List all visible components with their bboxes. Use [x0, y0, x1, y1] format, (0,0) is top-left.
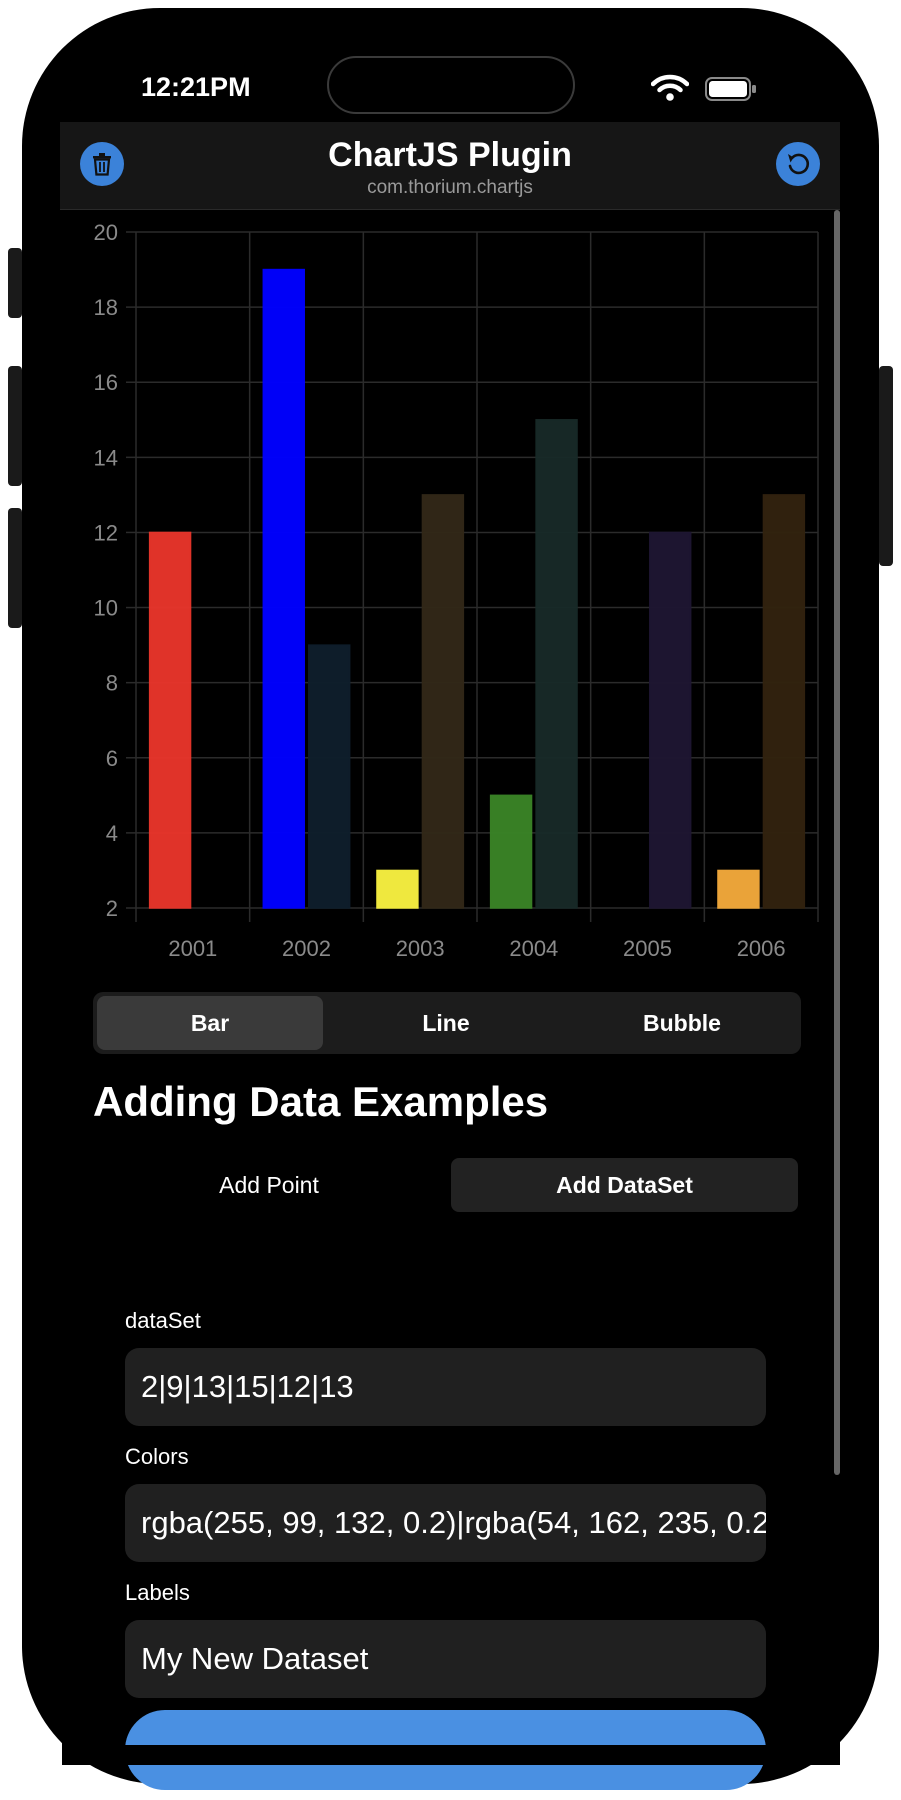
- bar-s1-2004: [489, 794, 533, 909]
- dataset-label: dataSet: [125, 1308, 201, 1333]
- status-time: 12:21PM: [141, 72, 251, 102]
- x-tick-label: 2004: [509, 936, 558, 961]
- bar-s2-2002: [308, 644, 351, 909]
- labels-field[interactable]: My New Dataset: [125, 1620, 766, 1698]
- chart-type-selector: Bar Line Bubble: [93, 992, 801, 1054]
- app-title: ChartJS Plugin: [328, 136, 572, 174]
- bar-s2-2006: [762, 494, 806, 909]
- add-dataset-tab[interactable]: Add DataSet: [451, 1158, 798, 1212]
- tab-bar[interactable]: Bar: [97, 996, 323, 1050]
- x-tick-label: 2001: [168, 936, 217, 961]
- dataset-field[interactable]: 2|9|13|15|12|13: [125, 1348, 766, 1426]
- scrollbar[interactable]: [834, 210, 840, 1475]
- labels-label: Labels: [125, 1580, 190, 1605]
- power-button: [879, 366, 893, 566]
- colors-field[interactable]: rgba(255, 99, 132, 0.2)|rgba(54, 162, 23…: [125, 1484, 766, 1562]
- app-header: ChartJS Plugin com.thorium.chartjs: [60, 122, 840, 210]
- add-point-tab[interactable]: Add Point: [93, 1158, 445, 1212]
- bar-s1-2001: [148, 531, 192, 909]
- y-tick-label: 4: [106, 821, 118, 846]
- silent-switch: [8, 248, 22, 318]
- wifi-icon: [651, 74, 689, 101]
- tab-bubble[interactable]: Bubble: [565, 996, 799, 1050]
- x-tick-label: 2005: [623, 936, 672, 961]
- x-tick-label: 2002: [282, 936, 331, 961]
- bar-s2-2004: [535, 419, 578, 909]
- y-tick-label: 18: [94, 295, 118, 320]
- x-tick-label: 2003: [396, 936, 445, 961]
- y-tick-label: 14: [94, 445, 118, 470]
- app-subtitle: com.thorium.chartjs: [367, 177, 533, 198]
- bar-s2-2003: [421, 494, 465, 909]
- y-tick-label: 8: [106, 671, 118, 696]
- bar-s1-2006: [717, 869, 760, 909]
- refresh-button[interactable]: [776, 142, 820, 186]
- tab-line[interactable]: Line: [329, 996, 563, 1050]
- y-tick-label: 16: [94, 370, 118, 395]
- section-title: Adding Data Examples: [93, 1078, 549, 1125]
- bar-chart: 2 4 6 8 10 12 14 16 18 20 2001 2002 2003 2004 2005 2006: [94, 220, 819, 961]
- x-tick-label: 2006: [737, 936, 786, 961]
- volume-up-button: [8, 366, 22, 486]
- colors-label: Colors: [125, 1444, 189, 1469]
- bar-s1-2002: [262, 268, 305, 909]
- bar-s2-2005: [649, 531, 692, 909]
- y-tick-label: 10: [94, 596, 118, 621]
- battery-icon: [705, 77, 756, 101]
- dynamic-island: [327, 56, 575, 114]
- y-tick-label: 20: [94, 220, 118, 245]
- y-tick-label: 2: [106, 896, 118, 921]
- bar-s1-2003: [376, 869, 419, 909]
- y-tick-label: 12: [94, 520, 118, 545]
- screen-bottom-edge: [62, 1745, 840, 1765]
- volume-down-button: [8, 508, 22, 628]
- refresh-icon: [788, 153, 810, 175]
- y-tick-label: 6: [106, 746, 118, 771]
